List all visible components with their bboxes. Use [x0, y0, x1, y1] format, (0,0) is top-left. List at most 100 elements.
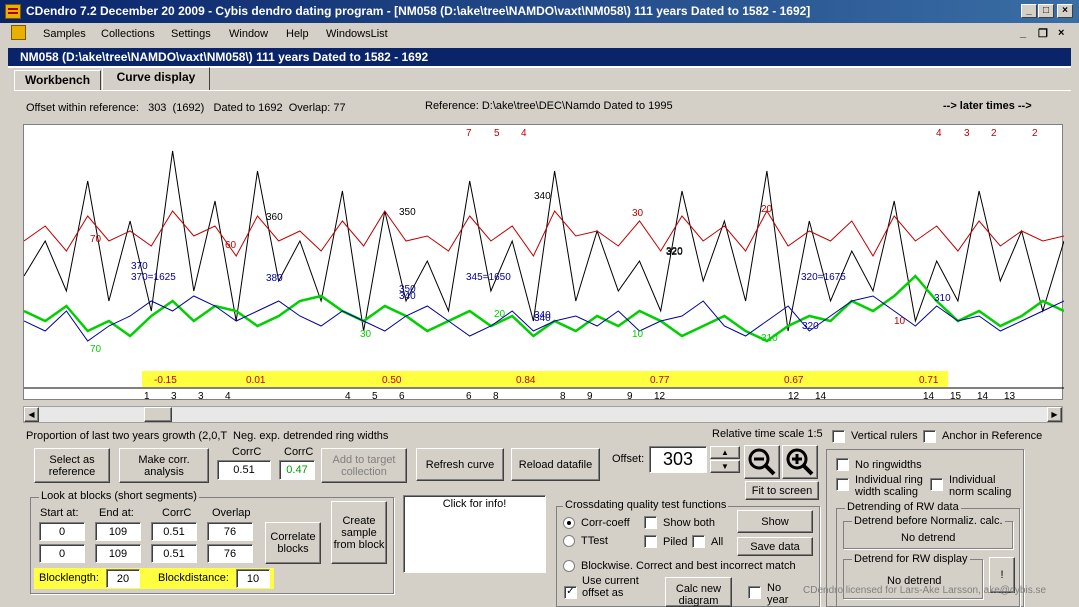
- ring-label-23: 320: [802, 321, 819, 332]
- detrend-before-value[interactable]: No detrend: [901, 532, 955, 544]
- show-button[interactable]: Show: [737, 510, 813, 533]
- ttest-radio[interactable]: [563, 535, 575, 547]
- add-to-target-button[interactable]: Add to target collection: [321, 448, 407, 483]
- app-icon: [5, 4, 21, 19]
- make-corr-analysis-button[interactable]: Make corr. analysis: [119, 448, 209, 483]
- ring-label-25: 340: [534, 310, 551, 321]
- tick-label-8: 8: [493, 391, 499, 401]
- menu-samples[interactable]: Samples: [43, 28, 86, 40]
- offset-up-button[interactable]: ▲: [710, 446, 740, 459]
- ring-label-20: 20: [494, 309, 506, 320]
- growth-label: Proportion of last two years growth (2,0…: [26, 430, 389, 442]
- info-box[interactable]: Click for info!: [403, 495, 546, 573]
- mdi-minimize-icon[interactable]: _: [1020, 27, 1026, 39]
- ring-label-14: 320: [666, 247, 683, 258]
- blockwise-radio[interactable]: [563, 560, 575, 572]
- all-checkbox[interactable]: [692, 535, 705, 548]
- scroll-right-button[interactable]: ▶: [1047, 407, 1062, 422]
- tab-curve-display[interactable]: Curve display: [102, 67, 210, 91]
- individual-norm-checkbox[interactable]: [930, 478, 943, 491]
- ring-label-0: 370: [131, 261, 148, 272]
- ring-label-21: 10: [632, 329, 644, 340]
- corr-coeff-radio[interactable]: [563, 517, 575, 529]
- corrc-value-1: 0.51: [217, 460, 271, 480]
- vertical-rulers-checkbox[interactable]: [832, 430, 845, 443]
- correlation-label-5: 0.67: [784, 375, 804, 386]
- license-text: CDendro licensed for Lars-Ake Larsson, a…: [803, 585, 1047, 596]
- correlation-label-1: 0.01: [246, 375, 266, 386]
- horizontal-scrollbar[interactable]: ◀ ▶: [23, 406, 1063, 423]
- menu-bar: [0, 23, 1079, 43]
- block2-overlap: 76: [207, 544, 253, 563]
- piled-checkbox[interactable]: [644, 535, 657, 548]
- correlate-blocks-button[interactable]: Correlate blocks: [265, 522, 321, 564]
- anchor-reference-label: Anchor in Reference: [942, 430, 1043, 442]
- zoom-out-icon[interactable]: [744, 445, 780, 479]
- save-data-button[interactable]: Save data: [737, 537, 813, 556]
- menu-help[interactable]: Help: [286, 28, 309, 40]
- correlation-label-6: 0.71: [919, 375, 939, 386]
- curve-chart[interactable]: -0.15 0.01 0.50 0.84 0.77 0.67 0.71 7 5 4 4 3 2 2 370 3…: [23, 124, 1065, 402]
- offset-input[interactable]: 303: [649, 446, 707, 473]
- close-button[interactable]: ×: [1057, 4, 1073, 18]
- maximize-button[interactable]: □: [1038, 4, 1054, 18]
- anchor-reference-checkbox[interactable]: [923, 430, 936, 443]
- ring-label-15: 30: [632, 208, 644, 219]
- ring-label-2: 380: [266, 273, 283, 284]
- no-ringwidths-checkbox[interactable]: [836, 458, 849, 471]
- fit-to-screen-button[interactable]: Fit to screen: [745, 481, 819, 500]
- correlation-label-3: 0.84: [516, 375, 536, 386]
- blocklength-input[interactable]: 20: [106, 569, 140, 588]
- select-as-reference-button[interactable]: Select as reference: [34, 448, 110, 483]
- menu-collections[interactable]: Collections: [101, 28, 155, 40]
- block2-end-input[interactable]: 109: [95, 544, 141, 563]
- tick-label-10: 9: [587, 391, 593, 401]
- calc-new-diagram-button[interactable]: Calc new diagram: [665, 577, 732, 607]
- blocks-label: Look at blocks (short segments): [39, 490, 199, 502]
- corrc-label-1: CorrC: [232, 446, 262, 458]
- tick-label-16: 15: [950, 391, 962, 401]
- ring-label-16: 20: [761, 204, 773, 215]
- mdi-close-icon[interactable]: ×: [1058, 27, 1064, 39]
- block2-start-input[interactable]: 0: [39, 544, 85, 563]
- show-both-checkbox[interactable]: [644, 516, 657, 529]
- individual-ring-checkbox[interactable]: [836, 478, 849, 491]
- create-sample-button[interactable]: Create sample from block: [331, 501, 387, 564]
- reload-datafile-button[interactable]: Reload datafile: [511, 448, 600, 481]
- window-title-bar: CDendro 7.2 December 20 2009 - Cybis den…: [0, 0, 1079, 23]
- detrending-label: Detrending of RW data: [845, 501, 961, 513]
- scroll-left-button[interactable]: ◀: [24, 407, 39, 422]
- window-title: CDendro 7.2 December 20 2009 - Cybis den…: [26, 4, 811, 18]
- later-times-link[interactable]: --> later times -->: [943, 100, 1032, 112]
- tab-workbench[interactable]: Workbench: [14, 70, 101, 91]
- start-at-label: Start at:: [40, 507, 79, 519]
- offset-label: Offset:: [612, 453, 645, 465]
- piled-label: Piled: [663, 536, 688, 548]
- tick-label-18: 13: [1004, 391, 1016, 401]
- menu-window[interactable]: Window: [229, 28, 268, 40]
- curve-chart-svg: -0.15 0.01 0.50 0.84 0.77 0.67 0.717 5 4 4 3 2 23703…: [23, 128, 1065, 402]
- use-current-checkbox[interactable]: ✓: [564, 586, 577, 599]
- mdi-restore-icon[interactable]: ❐: [1038, 27, 1048, 40]
- block1-end-input[interactable]: 109: [95, 522, 141, 541]
- ring-label-8: 310: [934, 293, 951, 304]
- block1-start-input[interactable]: 0: [39, 522, 85, 541]
- offset-info: Offset within reference: 303 (1692) Date…: [26, 102, 346, 114]
- tick-label-15: 14: [923, 391, 935, 401]
- ring-label-4: 345=1650: [466, 272, 511, 283]
- menu-settings[interactable]: Settings: [171, 28, 211, 40]
- show-both-label: Show both: [663, 517, 715, 529]
- mdi-app-icon[interactable]: [11, 25, 26, 40]
- tick-label-9: 8: [560, 391, 566, 401]
- blockdistance-input[interactable]: 10: [236, 569, 270, 588]
- scroll-thumb[interactable]: [144, 407, 172, 422]
- refresh-curve-button[interactable]: Refresh curve: [416, 448, 504, 481]
- offset-down-button[interactable]: ▼: [710, 460, 740, 473]
- ring-label-7: 320=1675: [801, 272, 846, 283]
- minimize-button[interactable]: _: [1021, 4, 1037, 18]
- menu-windowslist[interactable]: WindowsList: [326, 28, 388, 40]
- zoom-in-icon[interactable]: [782, 445, 818, 479]
- series-line-2: [23, 274, 1065, 343]
- no-year-checkbox[interactable]: [748, 586, 761, 599]
- child-window-title: NM058 (D:\ake\tree\NAMDO\vaxt\NM058\) 11…: [8, 48, 1071, 66]
